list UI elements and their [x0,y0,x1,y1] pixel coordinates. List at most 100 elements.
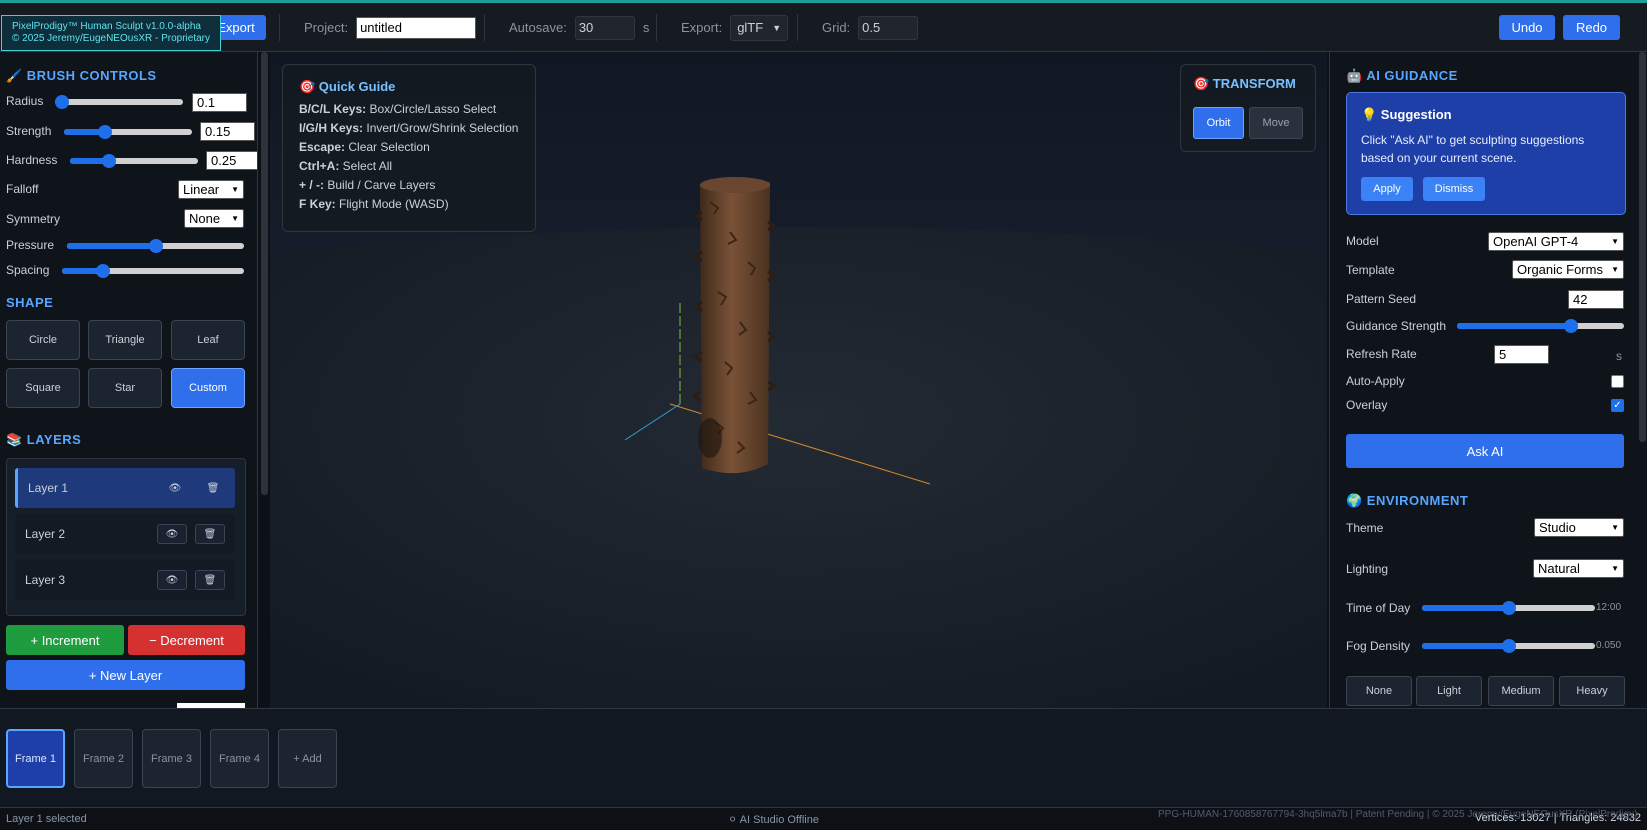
brand-copyright: © 2025 Jeremy/EugeNEOusXR - Proprietary [12,33,211,44]
guide-desc: Clear Selection [345,140,430,154]
auto-apply-checkbox[interactable] [1611,375,1624,388]
frame-1-button[interactable]: Frame 1 [6,729,65,788]
theme-select[interactable]: Studio ▼ [1534,518,1624,537]
shape-custom-button[interactable]: Custom [171,368,245,408]
frame-2-button[interactable]: Frame 2 [74,729,133,788]
decrement-button[interactable]: − Decrement [128,625,245,655]
radius-input[interactable]: 0.1 [192,93,247,112]
guide-line: + / -: Build / Carve Layers [299,176,519,195]
radius-slider[interactable] [55,94,183,110]
fog-light-button[interactable]: Light [1416,676,1482,706]
guide-key: I/G/H Keys: [299,121,364,135]
model-select[interactable]: OpenAI GPT-4 ▼ [1488,232,1624,251]
suggestion-text: Click "Ask AI" to get sculpting suggesti… [1361,133,1585,165]
fog-medium-button[interactable]: Medium [1488,676,1554,706]
project-label: Project: [304,20,349,35]
redo-button[interactable]: Redo [1563,15,1620,40]
guide-line: Escape: Clear Selection [299,138,519,157]
spacing-slider[interactable] [62,263,244,279]
fog-heavy-button[interactable]: Heavy [1559,676,1625,706]
template-select[interactable]: Organic Forms ▼ [1512,260,1624,279]
export-format-select[interactable]: glTF ▼ [730,14,789,41]
brush-controls-heading: 🖌️ BRUSH CONTROLS [6,68,157,83]
autosave-input[interactable] [574,15,635,40]
guidance-strength-slider[interactable] [1457,318,1624,334]
grid-label: Grid: [822,20,851,35]
overlay-checkbox[interactable]: ✓ [1611,399,1624,412]
template-label: Template [1346,263,1395,277]
ask-ai-button[interactable]: Ask AI [1346,434,1624,468]
move-button[interactable]: Move [1249,107,1303,139]
ai-studio-status: ⚪ AI Studio Offline [728,814,819,826]
eye-icon[interactable]: 👁 [160,478,190,498]
project-name-input[interactable] [356,16,477,39]
trash-icon[interactable]: 🗑 [195,524,225,544]
shape-triangle-button[interactable]: Triangle [88,320,162,360]
grid-size-input[interactable] [858,15,919,40]
hardness-input[interactable]: 0.25 [206,151,257,170]
guide-line: B/C/L Keys: Box/Circle/Lasso Select [299,100,519,119]
layer-item[interactable]: Layer 1 👁 🗑 [15,468,235,508]
hardness-slider[interactable] [70,153,198,169]
license-watermark: PPG-HUMAN-1760858767794-3hq5lma7b | Pate… [1158,809,1638,820]
strength-input[interactable]: 0.15 [200,122,255,141]
time-of-day-value: 12:00 [1596,602,1622,613]
strength-label: Strength [6,124,52,138]
grid-group: Grid: [822,15,919,40]
radius-label: Radius [6,94,44,108]
template-value: Organic Forms [1517,262,1603,277]
guide-line: F Key: Flight Mode (WASD) [299,195,519,214]
shape-leaf-button[interactable]: Leaf [171,320,245,360]
suggestion-title: 💡 Suggestion [1361,107,1452,122]
shape-square-button[interactable]: Square [6,368,80,408]
eye-icon[interactable]: 👁 [157,524,187,544]
frame-4-button[interactable]: Frame 4 [210,729,269,788]
refresh-rate-label: Refresh Rate [1346,347,1417,361]
layer-name: Layer 3 [25,573,66,587]
auto-apply-label: Auto-Apply [1346,374,1405,388]
orbit-button[interactable]: Orbit [1193,107,1244,139]
frame-3-button[interactable]: Frame 3 [142,729,201,788]
theme-label: Theme [1346,521,1384,535]
right-scrollbar[interactable] [1639,52,1646,442]
ai-guidance-heading: 🤖 AI GUIDANCE [1346,68,1458,83]
lighting-select[interactable]: Natural ▼ [1533,559,1624,578]
apply-suggestion-button[interactable]: Apply [1361,177,1413,201]
sculpt-mesh[interactable] [690,177,779,474]
fog-density-slider[interactable] [1422,638,1595,654]
strength-slider[interactable] [64,124,192,140]
eye-icon[interactable]: 👁 [157,570,187,590]
toolbar-divider [484,14,485,41]
shape-star-button[interactable]: Star [88,368,162,408]
chevron-down-icon: ▼ [231,214,239,223]
add-frame-button[interactable]: + Add [278,729,337,788]
refresh-rate-input[interactable]: 5 [1494,345,1549,364]
layers-list: Layer 1 👁 🗑 Layer 2 👁 🗑 Layer 3 👁 🗑 [6,458,246,616]
export-format-group: Export: glTF ▼ [681,14,789,41]
chevron-down-icon: ▼ [1611,564,1619,573]
hardness-label: Hardness [6,153,58,167]
layer-item[interactable]: Layer 2 👁 🗑 [15,514,235,554]
layer-item[interactable]: Layer 3 👁 🗑 [15,560,235,600]
trash-icon[interactable]: 🗑 [195,570,225,590]
left-scrollbar[interactable] [261,52,268,495]
pattern-seed-input[interactable]: 42 [1568,290,1624,309]
trash-icon[interactable]: 🗑 [198,478,228,498]
fog-none-button[interactable]: None [1346,676,1412,706]
undo-button[interactable]: Undo [1499,15,1555,40]
pressure-slider[interactable] [67,238,244,254]
guide-desc: Box/Circle/Lasso Select [366,102,497,116]
suggestion-card: 💡 Suggestion Click "Ask AI" to get sculp… [1346,92,1626,215]
autosave-label: Autosave: [509,20,567,35]
chevron-down-icon: ▼ [231,185,239,194]
quick-guide-title: 🎯 Quick Guide [299,79,396,94]
refresh-rate-unit: s [1616,349,1622,363]
symmetry-select[interactable]: None ▼ [184,209,244,228]
new-layer-button[interactable]: + New Layer [6,660,245,690]
shape-circle-button[interactable]: Circle [6,320,80,360]
falloff-select[interactable]: Linear ▼ [178,180,244,199]
brand-badge: PixelProdigy™ Human Sculpt v1.0.0-alpha … [1,15,221,51]
time-of-day-slider[interactable] [1422,600,1595,616]
increment-button[interactable]: + Increment [6,625,124,655]
dismiss-suggestion-button[interactable]: Dismiss [1423,177,1485,201]
